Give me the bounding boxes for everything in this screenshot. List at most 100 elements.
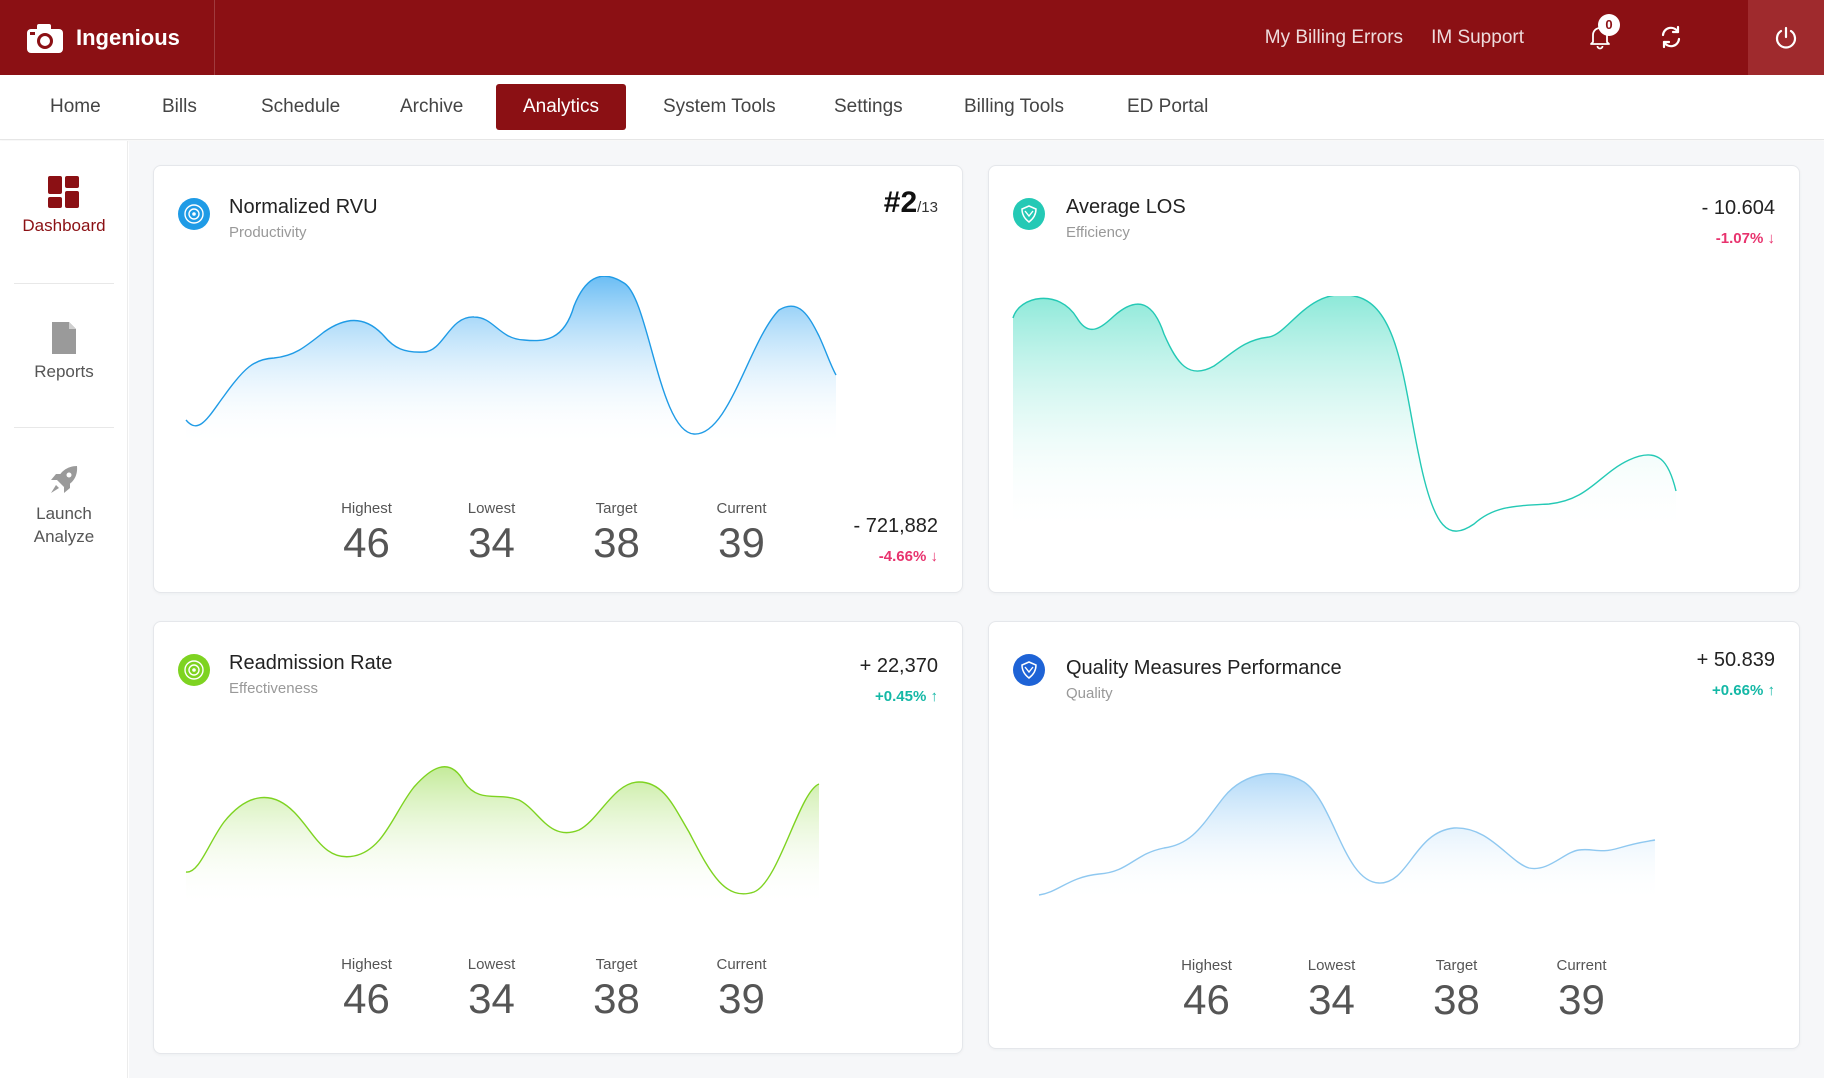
los-area-chart [1012, 296, 1677, 532]
tab-settings[interactable]: Settings [806, 84, 931, 130]
change-value: -4.66% [878, 548, 927, 565]
app-name: Ingenious [76, 24, 180, 50]
stat-value: 39 [1558, 976, 1605, 1023]
card-subtitle: Efficiency [1066, 224, 1130, 241]
rvu-area [186, 276, 836, 446]
change-value: +0.45% [875, 688, 927, 705]
billing-errors-link[interactable]: My Billing Errors [1265, 27, 1403, 49]
card-normalized-rvu: Normalized RVU Productivity #2/13 Highes… [153, 165, 963, 593]
metric-change: -4.66% ↓ [879, 548, 938, 565]
stat-label: Lowest [467, 956, 516, 973]
stat-label: Highest [1181, 957, 1232, 974]
tab-archive[interactable]: Archive [372, 84, 491, 130]
document-icon [52, 322, 76, 354]
stat-label: Highest [341, 956, 392, 973]
tab-system-tools[interactable]: System Tools [635, 84, 804, 130]
stat-label: Target [595, 500, 638, 517]
sidebar-item-label: Launch Analyze [33, 504, 95, 546]
tab-schedule[interactable]: Schedule [233, 84, 368, 130]
stat-value: 39 [718, 975, 765, 1022]
stat-value: 34 [468, 975, 515, 1022]
card-average-los: Average LOS Efficiency - 10.604 -1.07% ↓ [988, 165, 1800, 593]
power-button[interactable] [1748, 0, 1824, 75]
target-icon [178, 198, 210, 230]
stat-lowest: Lowest 34 [429, 500, 554, 567]
sidebar-item-launch-analyze[interactable]: Launch Analyze [14, 463, 114, 548]
stat-value: 46 [1183, 976, 1230, 1023]
stat-label: Lowest [1307, 957, 1356, 974]
tab-analytics[interactable]: Analytics [496, 84, 626, 130]
arrow-up-icon: ↑ [1767, 682, 1776, 699]
tab-ed-portal[interactable]: ED Portal [1099, 84, 1236, 130]
stat-label: Current [716, 956, 767, 973]
card-title: Readmission Rate [229, 652, 393, 674]
top-header: Ingenious My Billing Errors IM Support 0 [0, 0, 1824, 75]
stat-value: 38 [1433, 976, 1480, 1023]
quality-area-chart [1038, 772, 1656, 902]
rank-total: /13 [917, 199, 938, 216]
power-icon [1775, 26, 1797, 49]
quality-stats: Highest 46 Lowest 34 Target 38 Current 39 [1144, 957, 1644, 1024]
card-title: Quality Measures Performance [1066, 657, 1342, 679]
metric-change: -1.07% ↓ [1716, 230, 1775, 247]
im-support-link[interactable]: IM Support [1431, 27, 1524, 49]
rvu-area-chart [185, 276, 837, 446]
stat-lowest: Lowest 34 [1269, 957, 1394, 1024]
stat-current: Current 39 [1519, 957, 1644, 1024]
stat-highest: Highest 46 [1144, 957, 1269, 1024]
stat-value: 46 [343, 975, 390, 1022]
stat-label: Target [1435, 957, 1478, 974]
metric-value: - 10.604 [1701, 197, 1775, 219]
stat-value: 46 [343, 519, 390, 566]
divider [14, 427, 114, 428]
card-subtitle: Quality [1066, 685, 1113, 702]
readmission-area-chart [185, 766, 820, 907]
stat-label: Lowest [467, 500, 516, 517]
brand[interactable]: Ingenious [0, 0, 215, 75]
tab-bills[interactable]: Bills [134, 84, 225, 130]
sidebar-item-label: Reports [34, 362, 94, 381]
metric-change: +0.45% ↑ [875, 688, 938, 705]
stat-label: Current [1556, 957, 1607, 974]
readmission-stats: Highest 46 Lowest 34 Target 38 Current 39 [304, 956, 804, 1023]
change-value: +0.66% [1712, 682, 1764, 699]
sidebar-item-dashboard[interactable]: Dashboard [14, 175, 114, 237]
camera-icon [27, 23, 63, 53]
arrow-up-icon: ↑ [930, 688, 939, 705]
stat-label: Current [716, 500, 767, 517]
stat-target: Target 38 [1394, 957, 1519, 1024]
stat-value: 38 [593, 975, 640, 1022]
quality-area [1039, 773, 1655, 902]
stat-target: Target 38 [554, 956, 679, 1023]
metric-value: + 50.839 [1696, 649, 1775, 671]
sidebar: Dashboard Reports Launch Analyze [0, 141, 128, 1078]
dashboard-icon [48, 176, 79, 208]
card-subtitle: Effectiveness [229, 680, 318, 697]
tab-billing-tools[interactable]: Billing Tools [936, 84, 1092, 130]
tab-home[interactable]: Home [22, 84, 129, 130]
change-value: -1.07% [1715, 230, 1764, 247]
stat-highest: Highest 46 [304, 500, 429, 567]
metric-value: + 22,370 [859, 655, 938, 677]
stat-target: Target 38 [554, 500, 679, 567]
refresh-icon[interactable] [1656, 22, 1686, 52]
card-subtitle: Productivity [229, 224, 307, 241]
arrow-down-icon: ↓ [930, 548, 939, 565]
metric-change: +0.66% ↑ [1712, 682, 1775, 699]
sidebar-item-reports[interactable]: Reports [14, 321, 114, 383]
target-icon [178, 654, 210, 686]
arrow-down-icon: ↓ [1767, 230, 1776, 247]
stat-label: Target [595, 956, 638, 973]
notification-badge: 0 [1598, 14, 1620, 36]
header-links: My Billing Errors IM Support [1265, 0, 1524, 75]
divider [14, 283, 114, 284]
metric-value: - 721,882 [853, 515, 938, 537]
stat-current: Current 39 [679, 500, 804, 567]
card-title: Average LOS [1066, 196, 1186, 218]
rank-position: #2 [883, 186, 918, 219]
stat-value: 39 [718, 519, 765, 566]
card-readmission-rate: Readmission Rate Effectiveness + 22,370 … [153, 621, 963, 1054]
sidebar-item-label: Dashboard [22, 216, 106, 235]
card-title: Normalized RVU [229, 196, 378, 218]
shield-icon [1013, 654, 1045, 686]
